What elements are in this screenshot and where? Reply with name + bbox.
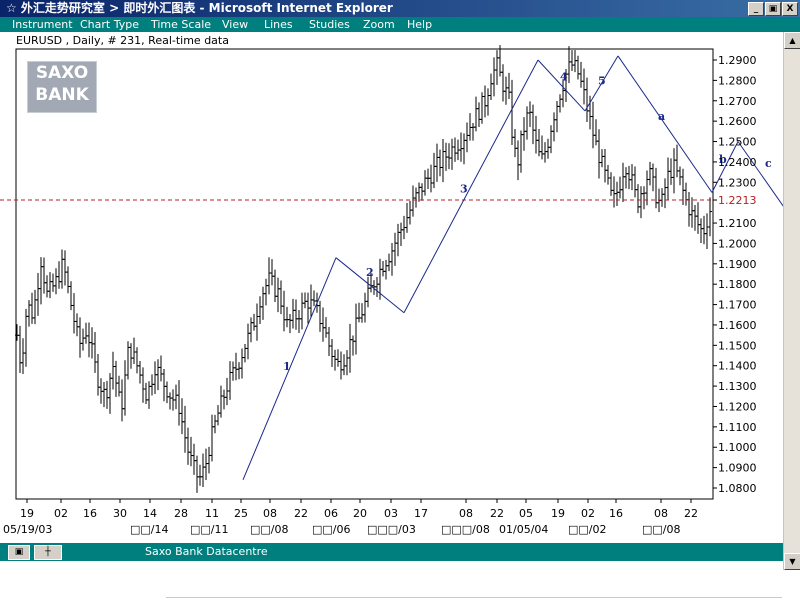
x-tick-label-day: 16 [609, 507, 623, 520]
y-tick-label: 1.0800 [718, 482, 757, 495]
y-tick-label: 1.1100 [718, 421, 757, 434]
bottom-divider [166, 597, 782, 598]
x-tick-label-day: 28 [174, 507, 188, 520]
logo-line1: SAXO [35, 63, 89, 83]
logo-line2: BANK [35, 85, 89, 105]
x-tick-label-day: 05 [519, 507, 533, 520]
price-chart[interactable]: 1234 5ab c 1.29001.28001.27001.26001.25001… [0, 0, 783, 543]
y-tick-label: 1.1300 [718, 380, 757, 393]
y-tick-label: 1.2900 [718, 54, 757, 67]
scroll-down-button[interactable]: ▼ [784, 553, 800, 570]
y-tick-label: 1.1700 [718, 299, 757, 312]
y-tick-label: 1.1800 [718, 278, 757, 291]
x-tick-label-day: 22 [294, 507, 308, 520]
x-tick-label-day: 11 [205, 507, 219, 520]
x-axis: 19 02 16 30 14 28 11 25 08 22 06 20 03 17 08 22 05 19 02 16… [3, 499, 698, 536]
y-tick-label: 1.2500 [718, 136, 757, 149]
y-tick-label: 1.1600 [718, 319, 757, 332]
wave-label: 2 [366, 266, 374, 279]
y-tick-label: 1.2400 [718, 156, 757, 169]
y-tick-label: 1.1000 [718, 441, 757, 454]
plot-area [15, 48, 714, 500]
x-tick-label-day: 19 [20, 507, 34, 520]
ohlc-bars [15, 45, 712, 493]
y-tick-label: 1.0900 [718, 462, 757, 475]
elliott-wave-lines[interactable] [242, 55, 783, 481]
y-tick-label: 1.2600 [718, 115, 757, 128]
x-tick-label-month: □□□/08 [441, 523, 490, 536]
x-tick-label-month: □□/08 [250, 523, 289, 536]
wave-line [403, 59, 539, 313]
x-tick-label-day: 08 [654, 507, 668, 520]
x-tick-label-day: 19 [551, 507, 565, 520]
x-tick-label-day: 02 [581, 507, 595, 520]
y-tick-label: 1.2000 [718, 237, 757, 250]
x-tick-label-day: 22 [684, 507, 698, 520]
x-tick-label-day: 25 [234, 507, 248, 520]
x-tick-label-day: 22 [490, 507, 504, 520]
status-bar: ▣ ┼ Saxo Bank Datacentre [0, 543, 783, 561]
x-tick-label-month: 05/19/03 [3, 523, 52, 536]
y-tick-label: 1.2700 [718, 95, 757, 108]
y-tick-label: 1.2300 [718, 176, 757, 189]
wave-label: 3 [460, 182, 468, 195]
y-tick-label: 1.2213 [718, 194, 757, 207]
x-tick-label-day: 08 [263, 507, 277, 520]
x-tick-label-month: □□□/03 [367, 523, 416, 536]
x-tick-label-day: 30 [113, 507, 127, 520]
status-text: Saxo Bank Datacentre [145, 545, 268, 558]
saxo-bank-logo: SAXO BANK [27, 61, 97, 113]
y-tick-label: 1.1400 [718, 360, 757, 373]
x-tick-label-month: □□/14 [130, 523, 169, 536]
y-tick-label: 1.1900 [718, 258, 757, 271]
wave-label: 1 [283, 360, 291, 373]
y-axis: 1.2900 1.2800 1.2700 1.2600 1.2500 1.2400 1.23… [713, 54, 757, 495]
crosshair-icon[interactable]: ┼ [34, 545, 62, 560]
wave-label: a [658, 110, 665, 123]
x-tick-label-day: 02 [54, 507, 68, 520]
wave-label: c [765, 157, 772, 170]
x-tick-label-day: 03 [384, 507, 398, 520]
wave-label: 4 [560, 70, 568, 83]
y-tick-label: 1.2800 [718, 74, 757, 87]
wave-label: 5 [598, 74, 606, 87]
status-tool-icon[interactable]: ▣ [8, 545, 30, 560]
x-tick-label-day: 16 [83, 507, 97, 520]
y-tick-label: 1.1200 [718, 400, 757, 413]
close-button[interactable]: X [782, 2, 798, 16]
scroll-up-button[interactable]: ▲ [784, 32, 800, 49]
x-tick-label-day: 08 [459, 507, 473, 520]
vertical-scrollbar[interactable]: ▲ ▼ [783, 32, 800, 570]
y-tick-label: 1.1500 [718, 339, 757, 352]
x-tick-label-day: 14 [143, 507, 157, 520]
x-tick-label-day: 20 [353, 507, 367, 520]
x-tick-label-month: □□/02 [568, 523, 607, 536]
x-tick-label-month: 01/05/04 [499, 523, 548, 536]
x-tick-label-month: □□/08 [642, 523, 681, 536]
x-tick-label-month: □□/06 [312, 523, 351, 536]
x-tick-label-day: 17 [414, 507, 428, 520]
x-tick-label-month: □□/11 [190, 523, 229, 536]
x-tick-label-day: 06 [324, 507, 338, 520]
y-tick-label: 1.2100 [718, 217, 757, 230]
